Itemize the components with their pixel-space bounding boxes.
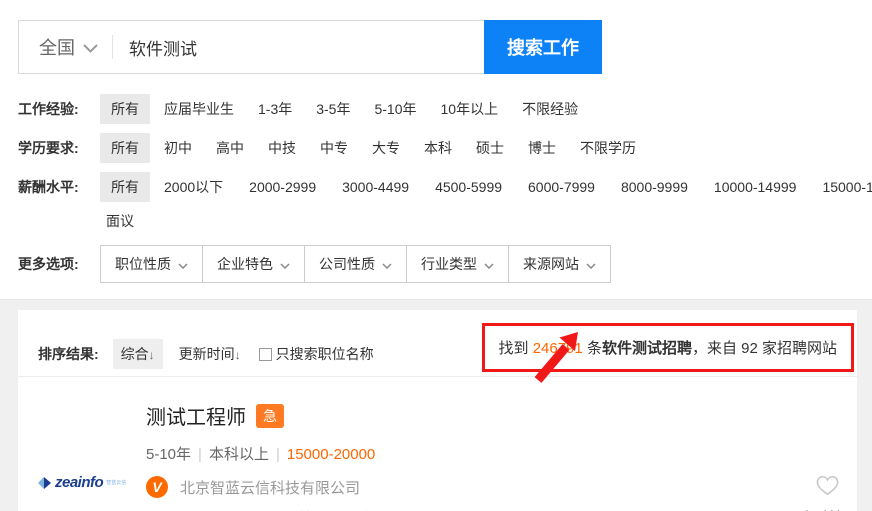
filter-option[interactable]: 中专 — [320, 138, 348, 158]
filter-row-salary-line2: 面议 — [106, 211, 872, 231]
filter-label: 更多选项: — [18, 256, 79, 272]
filter-option[interactable]: 面议 — [106, 213, 134, 229]
sort-arrow-icon: ↓ — [234, 348, 241, 362]
filter-option[interactable]: 10000-14999 — [714, 179, 797, 195]
filter-option[interactable]: 不限经验 — [522, 99, 578, 119]
sort-arrow-icon: ↓ — [148, 348, 155, 362]
filter-option[interactable]: 10年以上 — [441, 99, 499, 119]
filter-option[interactable]: 2000-2999 — [249, 179, 316, 195]
filter-label: 薪酬水平: — [18, 179, 79, 195]
dropdown-label: 企业特色 — [217, 256, 273, 272]
result-suffix: ，来自 92 家招聘网站 — [691, 340, 837, 357]
filter-option[interactable]: 15000-19999 — [822, 179, 872, 195]
dropdown-label: 行业类型 — [421, 256, 477, 272]
filter-label: 学历要求: — [18, 140, 79, 156]
filter-option[interactable]: 高中 — [216, 138, 244, 158]
filter-option[interactable]: 3-5年 — [316, 99, 350, 119]
filter-option[interactable]: 中技 — [268, 138, 296, 158]
search-button[interactable]: 搜索工作 — [484, 20, 602, 74]
chevron-down-icon — [586, 256, 596, 272]
job-meta: 5-10年 | 本科以上 | 15000-20000 — [146, 443, 507, 464]
filter-option[interactable]: 6000-7999 — [528, 179, 595, 195]
dropdown-company-feature[interactable]: 企业特色 — [203, 246, 305, 282]
location-value: 全国 — [39, 38, 75, 58]
sort-label: 排序结果: — [38, 346, 99, 362]
chevron-down-icon — [382, 256, 392, 272]
result-prefix: 找到 — [498, 340, 533, 357]
meta-separator: | — [275, 446, 280, 463]
verified-badge-icon: V — [146, 476, 168, 498]
filter-option[interactable]: 4500-5999 — [435, 179, 502, 195]
search-bar: 全国 搜索工作 — [18, 20, 602, 74]
filter-option[interactable]: 硕士 — [476, 138, 504, 158]
filter-option[interactable]: 大专 — [372, 138, 400, 158]
dropdown-label: 职位性质 — [115, 256, 171, 272]
logo-diamond-icon — [38, 476, 51, 489]
logo-text: zeainfo — [55, 474, 104, 491]
filter-option[interactable]: 3000-4499 — [342, 179, 409, 195]
dropdown-label: 来源网站 — [523, 256, 579, 272]
filter-row-education: 学历要求: 所有 初中 高中 中技 中专 大专 本科 硕士 博士 不限学历 — [18, 133, 872, 163]
filter-option[interactable]: 应届毕业生 — [164, 99, 234, 119]
filter-option[interactable]: 5-10年 — [374, 99, 416, 119]
chevron-down-icon — [83, 37, 98, 58]
filter-chip-all[interactable]: 所有 — [100, 94, 150, 124]
dropdown-industry[interactable]: 行业类型 — [407, 246, 509, 282]
job-education: 本科以上 — [208, 446, 269, 463]
chevron-down-icon — [280, 256, 290, 272]
filter-row-experience: 工作经验: 所有 应届毕业生 1-3年 3-5年 5-10年 10年以上 不限经… — [18, 94, 872, 124]
sort-composite-button[interactable]: 综合↓ — [112, 339, 163, 369]
job-title-link[interactable]: 测试工程师 — [146, 401, 246, 430]
filter-option[interactable]: 初中 — [164, 138, 192, 158]
filter-option[interactable]: 本科 — [424, 138, 452, 158]
result-summary-box: 找到 246791 条软件测试招聘，来自 92 家招聘网站 — [481, 323, 854, 372]
urgent-badge: 急 — [256, 403, 284, 428]
filter-chip-all[interactable]: 所有 — [100, 172, 150, 202]
job-experience: 5-10年 — [146, 446, 192, 463]
result-middle: 条 — [582, 340, 602, 357]
checkbox-label: 只搜索职位名称 — [275, 346, 374, 362]
job-salary: 15000-20000 — [286, 446, 376, 463]
filter-option[interactable]: 2000以下 — [164, 177, 223, 197]
results-card: 排序结果: 综合↓ 更新时间↓ 只搜索职位名称 找到 246791 条软件测试招… — [18, 310, 857, 511]
company-name-link[interactable]: 北京智蓝云信科技有限公司 — [180, 477, 360, 498]
title-only-checkbox[interactable] — [258, 347, 272, 361]
filter-option[interactable]: 8000-9999 — [621, 179, 688, 195]
job-listing-item[interactable]: zeainfo 智蓝云信 测试工程师 急 5-10年 | 本科以上 | 15000-20… — [18, 377, 857, 511]
posted-time: 15小时前 — [784, 507, 842, 511]
meta-separator: | — [198, 446, 202, 463]
filter-option[interactable]: 不限学历 — [580, 138, 636, 158]
favorite-heart-icon[interactable] — [814, 471, 841, 501]
filter-option[interactable]: 1-3年 — [258, 99, 292, 119]
location-dropdown[interactable]: 全国 — [19, 21, 112, 73]
title-only-checkbox-wrap[interactable]: 只搜索职位名称 — [258, 344, 374, 364]
filter-row-salary: 薪酬水平: 所有 2000以下 2000-2999 3000-4499 4500… — [18, 172, 872, 202]
filter-section: 全国 搜索工作 工作经验: 所有 应届毕业生 1-3年 3-5年 5-10年 1… — [0, 0, 872, 300]
logo-subtext: 智蓝云信 — [106, 480, 127, 486]
filter-chip-all[interactable]: 所有 — [100, 133, 150, 163]
result-keyword: 软件测试招聘 — [601, 340, 692, 357]
search-input[interactable] — [113, 21, 484, 73]
dropdown-label: 公司性质 — [319, 256, 375, 272]
dropdown-source-site[interactable]: 来源网站 — [509, 246, 610, 282]
result-count: 246791 — [532, 340, 583, 357]
chevron-down-icon — [178, 256, 188, 272]
chevron-down-icon — [484, 256, 494, 272]
sort-updated-button[interactable]: 更新时间↓ — [179, 344, 241, 364]
company-logo: zeainfo 智蓝云信 — [38, 437, 130, 511]
company-row: V 北京智蓝云信科技有限公司 — [146, 476, 507, 498]
filter-label: 工作经验: — [18, 101, 79, 117]
more-options-group: 职位性质 企业特色 公司性质 行业类型 来源网站 — [100, 245, 611, 283]
dropdown-company-type[interactable]: 公司性质 — [305, 246, 407, 282]
dropdown-job-nature[interactable]: 职位性质 — [101, 246, 203, 282]
job-main: 测试工程师 急 5-10年 | 本科以上 | 15000-20000 V 北京智蓝云信科… — [146, 401, 507, 511]
more-options-row: 更多选项: 职位性质 企业特色 公司性质 行业类型 来源网站 — [18, 245, 872, 283]
filter-option[interactable]: 博士 — [528, 138, 556, 158]
